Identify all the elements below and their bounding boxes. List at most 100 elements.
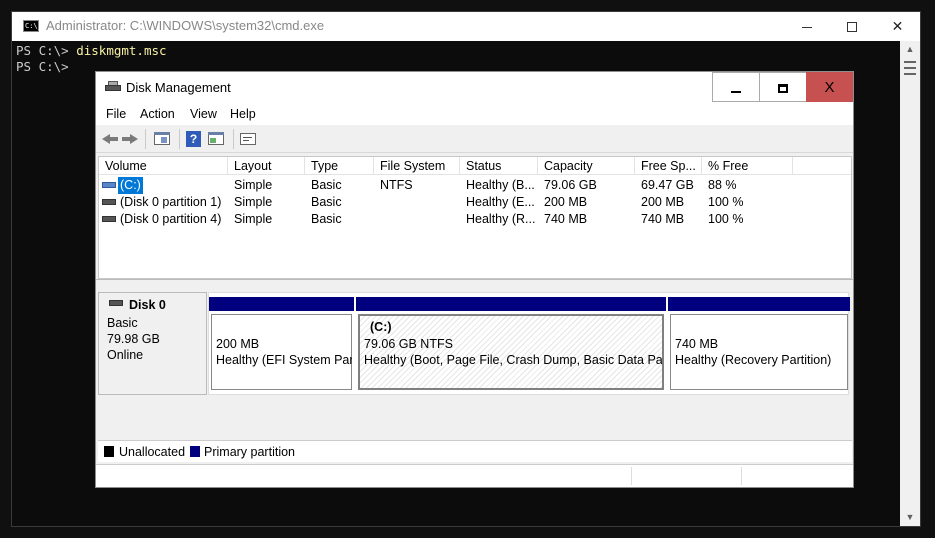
cmd-app-icon: C:\_ <box>23 20 42 32</box>
volume-row[interactable]: (Disk 0 partition 4) Simple Basic Health… <box>99 211 851 228</box>
column-header-status[interactable]: Status <box>460 157 538 175</box>
disk-name: Disk 0 <box>129 298 166 312</box>
disk-management-app-icon <box>105 81 121 93</box>
partition-size: 79.06 GB NTFS <box>364 337 453 351</box>
partition-recovery[interactable]: 740 MB Healthy (Recovery Partition) <box>668 297 850 394</box>
menu-file[interactable]: File <box>106 107 126 121</box>
cmd-window-title: Administrator: C:\WINDOWS\system32\cmd.e… <box>46 18 325 33</box>
partition-map: 200 MB Healthy (EFI System Part (C:) 79.… <box>208 292 850 395</box>
dm-maximize-button[interactable] <box>759 72 807 102</box>
scroll-down-arrow-icon[interactable]: ▼ <box>900 509 920 526</box>
volume-layout: Simple <box>234 178 273 192</box>
cmd-maximize-button[interactable] <box>829 12 874 41</box>
help-icon[interactable]: ? <box>185 130 203 148</box>
toolbar-divider <box>145 129 146 149</box>
volume-name[interactable]: (C:) <box>118 177 143 194</box>
volume-layout: Simple <box>234 212 273 226</box>
menu-help[interactable]: Help <box>230 107 256 121</box>
legend-unallocated: Unallocated <box>119 445 186 459</box>
volume-row[interactable]: (Disk 0 partition 1) Simple Basic Health… <box>99 194 851 211</box>
volume-name[interactable]: (Disk 0 partition 1) <box>118 194 223 211</box>
graphical-disk-view: Disk 0 Basic 79.98 GB Online 200 MB Heal… <box>96 284 853 448</box>
console-prompt: PS C:\> <box>16 43 77 58</box>
disk-management-window: Disk Management X File Action View Help … <box>95 71 854 488</box>
properties-icon[interactable] <box>239 130 257 148</box>
disk-status: Online <box>107 348 144 362</box>
volume-type: Basic <box>311 178 342 192</box>
volume-capacity: 740 MB <box>544 212 588 226</box>
volume-file-system: NTFS <box>380 178 413 192</box>
disk-info-panel[interactable]: Disk 0 Basic 79.98 GB Online <box>98 292 207 395</box>
dm-window-title: Disk Management <box>126 80 231 95</box>
volume-free-space: 69.47 GB <box>641 178 694 192</box>
column-header-free-space[interactable]: Free Sp... <box>635 157 702 175</box>
menu-view[interactable]: View <box>190 107 217 121</box>
primary-partition-bar <box>209 297 354 311</box>
partition-size: 200 MB <box>216 337 260 351</box>
volume-list[interactable]: Volume Layout Type File System Status Ca… <box>98 156 852 279</box>
volume-name[interactable]: (Disk 0 partition 4) <box>118 211 223 228</box>
console-view-icon[interactable] <box>207 130 225 148</box>
disk-size: 79.98 GB <box>107 332 160 346</box>
back-arrow-icon[interactable] <box>101 130 119 148</box>
volume-capacity: 79.06 GB <box>544 178 597 192</box>
forward-arrow-icon[interactable] <box>121 130 139 148</box>
partition-c-drive[interactable]: (C:) 79.06 GB NTFS Healthy (Boot, Page F… <box>356 297 666 394</box>
volume-row[interactable]: (C:) Simple Basic NTFS Healthy (B... 79.… <box>99 177 851 194</box>
toolbar-divider <box>179 129 180 149</box>
column-header-file-system[interactable]: File System <box>374 157 460 175</box>
column-header-capacity[interactable]: Capacity <box>538 157 635 175</box>
primary-partition-swatch <box>190 446 200 457</box>
toolbar: ? <box>96 125 853 153</box>
menu-bar: File Action View Help <box>96 103 853 125</box>
disk-icon <box>109 300 123 306</box>
volume-status: Healthy (R... <box>466 212 536 226</box>
dm-minimize-button[interactable] <box>712 72 760 102</box>
cmd-close-button[interactable]: ✕ <box>875 12 920 41</box>
dm-close-button[interactable]: X <box>806 72 853 102</box>
column-header-type[interactable]: Type <box>305 157 374 175</box>
minimize-icon <box>801 26 812 28</box>
volume-drive-icon <box>102 182 116 188</box>
volume-file-system <box>374 194 380 211</box>
cmd-minimize-button[interactable] <box>784 12 829 41</box>
volume-drive-icon <box>102 199 116 205</box>
column-header-layout[interactable]: Layout <box>228 157 305 175</box>
volume-percent-free: 100 % <box>708 195 744 209</box>
partition-efi[interactable]: 200 MB Healthy (EFI System Part <box>209 297 354 394</box>
volume-layout: Simple <box>234 195 273 209</box>
volume-status: Healthy (E... <box>466 195 535 209</box>
minimize-icon <box>731 90 741 93</box>
menu-action[interactable]: Action <box>140 107 175 121</box>
status-divider <box>631 467 632 485</box>
primary-partition-bar <box>668 297 850 311</box>
scroll-up-arrow-icon[interactable]: ▲ <box>900 41 920 58</box>
close-icon: ✕ <box>891 18 904 34</box>
close-icon: X <box>824 79 835 96</box>
primary-partition-bar <box>356 297 666 311</box>
volume-type: Basic <box>311 195 342 209</box>
volume-list-header: Volume Layout Type File System Status Ca… <box>99 157 851 175</box>
column-header-percent-free[interactable]: % Free <box>702 157 793 175</box>
column-header-volume[interactable]: Volume <box>99 157 228 175</box>
show-hide-console-tree-icon[interactable] <box>153 130 171 148</box>
legend: Unallocated Primary partition <box>98 440 852 462</box>
volume-free-space: 200 MB <box>641 195 685 209</box>
partition-body[interactable]: 200 MB Healthy (EFI System Part <box>211 314 352 390</box>
partition-body-selected[interactable]: (C:) 79.06 GB NTFS Healthy (Boot, Page F… <box>358 314 664 390</box>
volume-drive-icon <box>102 216 116 222</box>
disk-type: Basic <box>107 316 138 330</box>
cmd-titlebar[interactable]: C:\_ Administrator: C:\WINDOWS\system32\… <box>12 12 920 41</box>
legend-primary-partition: Primary partition <box>204 445 295 459</box>
maximize-icon <box>846 22 857 33</box>
volume-file-system <box>374 211 380 228</box>
partition-status: Healthy (Recovery Partition) <box>675 353 832 367</box>
scroll-thumb[interactable] <box>904 61 916 75</box>
cmd-vertical-scrollbar[interactable]: ▲ ▼ <box>900 41 920 526</box>
toolbar-divider <box>233 129 234 149</box>
partition-body[interactable]: 740 MB Healthy (Recovery Partition) <box>670 314 848 390</box>
dm-titlebar[interactable]: Disk Management X <box>96 72 853 103</box>
volume-percent-free: 100 % <box>708 212 744 226</box>
volume-capacity: 200 MB <box>544 195 588 209</box>
partition-label: (C:) <box>370 320 392 334</box>
